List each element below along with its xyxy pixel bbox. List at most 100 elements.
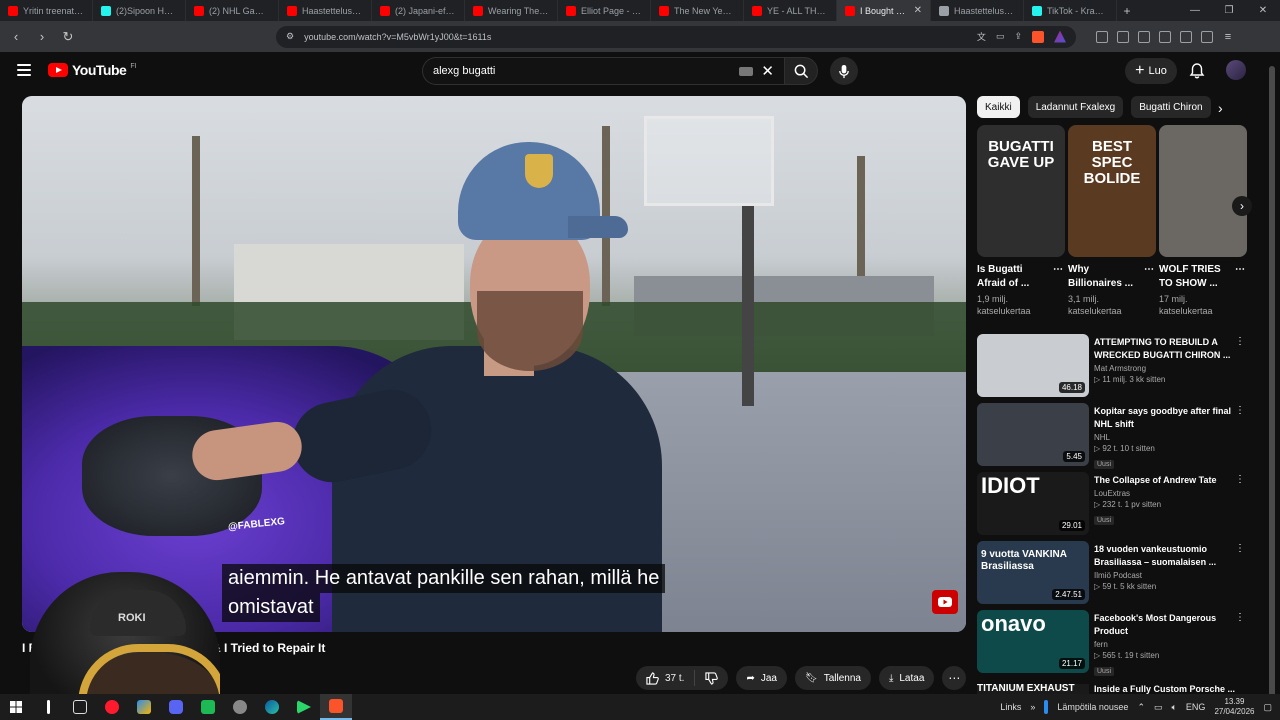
channel-name[interactable]: Mat Armstrong [1094,364,1232,373]
video-thumbnail[interactable]: 9 vuotta VANKINA Brasiliassa 2.47.51 [977,541,1089,604]
new-tab-button[interactable]: + [1117,4,1137,18]
browser-tab[interactable]: (2)Sipoon Hertu [93,0,186,21]
media-player-icon[interactable] [288,694,320,720]
short-item[interactable]: WOLF TRIES TO SHOW ... ⋯ 17 milj. katseluker… [1159,125,1247,321]
chevron-left-icon[interactable]: » [1030,702,1035,712]
guide-menu-icon[interactable] [17,64,31,76]
search-taskbar-icon[interactable] [32,694,64,720]
share-page-icon[interactable]: ⇪ [1014,31,1022,42]
video-title-link[interactable]: Facebook's Most Dangerous Product [1094,612,1232,638]
short-item[interactable]: BUGATTI GAVE UP Is Bugatti Afraid of ... ⋯ 1… [977,125,1065,321]
browser-tab[interactable]: The New Yeezy S [651,0,744,21]
translate-icon[interactable]: 文 [977,30,986,43]
more-vert-icon[interactable]: ⋮ [1235,612,1245,623]
language-indicator[interactable]: ENG [1186,702,1206,712]
browser-tab[interactable]: Wearing The Ne [465,0,558,21]
browser-tab[interactable]: (2) NHL Game A [186,0,279,21]
settings-gear-icon[interactable] [224,694,256,720]
avatar[interactable] [1226,60,1246,80]
youtube-logo[interactable]: YouTube FI [48,62,137,78]
scrollbar-thumb[interactable] [1269,66,1275,706]
browser-tab[interactable]: Haastettelussa O [931,0,1024,21]
more-vert-icon[interactable]: ⋮ [1235,405,1245,416]
vpn-icon[interactable] [1201,30,1213,43]
short-thumbnail[interactable]: BEST SPEC BOLIDE [1068,125,1156,257]
more-vert-icon[interactable]: ⋮ [1235,474,1245,485]
short-title[interactable]: Is Bugatti Afraid of ... ⋯ [977,263,1065,291]
links-toolbar[interactable]: Links [1000,702,1021,712]
more-vert-icon[interactable]: ⋯ [1235,263,1245,277]
volume-icon[interactable]: 🔈︎ [1172,702,1177,713]
reload-icon[interactable]: ↻ [58,29,78,45]
chip-uploader[interactable]: Ladannut Fxalexg [1027,96,1124,118]
browser-tab[interactable]: Yritin treenata p [0,0,93,21]
search-input[interactable]: alexg bugatti ✕ [422,57,784,85]
browser-tab[interactable]: YE - ALL THE LO [744,0,837,21]
download-button[interactable]: ⤓ Lataa [878,666,935,690]
search-button[interactable] [784,57,818,85]
browser-tab[interactable]: Elliot Page - You [558,0,651,21]
brave-shield-icon[interactable] [1032,30,1044,43]
page-scrollbar[interactable] [1268,56,1276,706]
video-title-link[interactable]: 18 vuoden vankeustuomio Brasiliassa – su… [1094,543,1232,569]
chip-bugatti-chiron[interactable]: Bugatti Chiron [1131,96,1211,118]
menu-icon[interactable]: ≡ [1222,31,1234,43]
save-button[interactable]: 🔖︎ Tallenna [794,666,871,690]
browser-tab[interactable]: I Bought a B ✕ [837,0,931,21]
shorts-next-button[interactable]: › [1232,196,1252,216]
opera-icon[interactable] [96,694,128,720]
edge-icon[interactable] [256,694,288,720]
cast-icon[interactable]: ▭ [996,31,1005,42]
channel-name[interactable]: Ilmiö Podcast [1094,571,1232,580]
forward-icon[interactable]: › [32,29,52,44]
list-item[interactable]: 46.18 ATTEMPTING TO REBUILD A WRECKED BUG… [977,334,1247,403]
start-button[interactable] [0,694,32,720]
keyboard-icon[interactable] [739,66,754,76]
browser-tab[interactable]: TikTok - Kraune [1024,0,1117,21]
video-player[interactable]: @FABLEXG aiemmin. He antavat pankille se… [22,96,966,632]
weather-text[interactable]: Lämpötila nousee [1057,702,1128,712]
video-title-link[interactable]: The Collapse of Andrew Tate [1094,474,1232,487]
short-title[interactable]: WOLF TRIES TO SHOW ... ⋯ [1159,263,1247,291]
show-hidden-icons-icon[interactable]: ⌃ [1137,702,1145,713]
video-thumbnail[interactable]: 46.18 [977,334,1089,397]
xbox-app-icon[interactable] [192,694,224,720]
list-item[interactable]: IDIOT 29.01 The Collapse of Andrew Tate Lou… [977,472,1247,541]
browser-tab[interactable]: Haastettelussa Vi [279,0,372,21]
chip-all[interactable]: Kaikki [977,96,1020,118]
short-item[interactable]: BEST SPEC BOLIDE Why Billionaires ... ⋯ 3,1 … [1068,125,1156,321]
more-vert-icon[interactable]: ⋯ [1053,263,1063,277]
brave-rewards-icon[interactable] [1054,30,1066,43]
list-item[interactable]: onavo 21.17 Facebook's Most Dangerous Prod… [977,610,1247,679]
subscribe-watermark[interactable] [932,590,958,614]
channel-name[interactable]: LouExtras [1094,489,1232,498]
brave-taskbar-icon[interactable] [320,694,352,720]
discord-icon[interactable] [160,694,192,720]
create-button[interactable]: + Luo [1125,58,1177,84]
more-vert-icon[interactable]: ⋮ [1235,336,1245,347]
short-thumbnail[interactable]: BUGATTI GAVE UP [977,125,1065,257]
close-window-icon[interactable]: ✕ [1246,5,1280,16]
notifications-icon[interactable]: ▢ [1263,702,1272,713]
dislike-button[interactable] [695,671,728,685]
back-icon[interactable]: ‹ [6,29,26,44]
chevron-right-icon[interactable]: › [1218,100,1223,116]
list-item[interactable]: 5.45 Kopitar says goodbye after final NHL… [977,403,1247,472]
extensions-icon[interactable] [1159,30,1171,43]
minimize-icon[interactable]: — [1178,5,1212,16]
clock[interactable]: 13.39 27/04/2026 [1214,697,1254,717]
more-actions-button[interactable]: ⋯ [942,666,967,690]
voice-search-button[interactable] [830,57,858,85]
video-thumbnail[interactable]: IDIOT 29.01 [977,472,1089,535]
more-vert-icon[interactable]: ⋯ [1144,263,1154,277]
media-icon[interactable] [1117,30,1129,43]
short-thumbnail[interactable] [1159,125,1247,257]
sidebar-icon[interactable] [1096,30,1108,43]
list-item[interactable]: 9 vuotta VANKINA Brasiliassa 2.47.51 18 vu… [977,541,1247,610]
address-bar[interactable]: ⚙ youtube.com/watch?v=M5vbWr1yJ00&t=1611… [276,25,1076,48]
short-title[interactable]: Why Billionaires ... ⋯ [1068,263,1156,291]
video-thumbnail[interactable]: 5.45 [977,403,1089,466]
photos-icon[interactable] [128,694,160,720]
video-title-link[interactable]: Kopitar says goodbye after final NHL shi… [1094,405,1232,431]
wallet-icon[interactable] [1180,30,1192,43]
